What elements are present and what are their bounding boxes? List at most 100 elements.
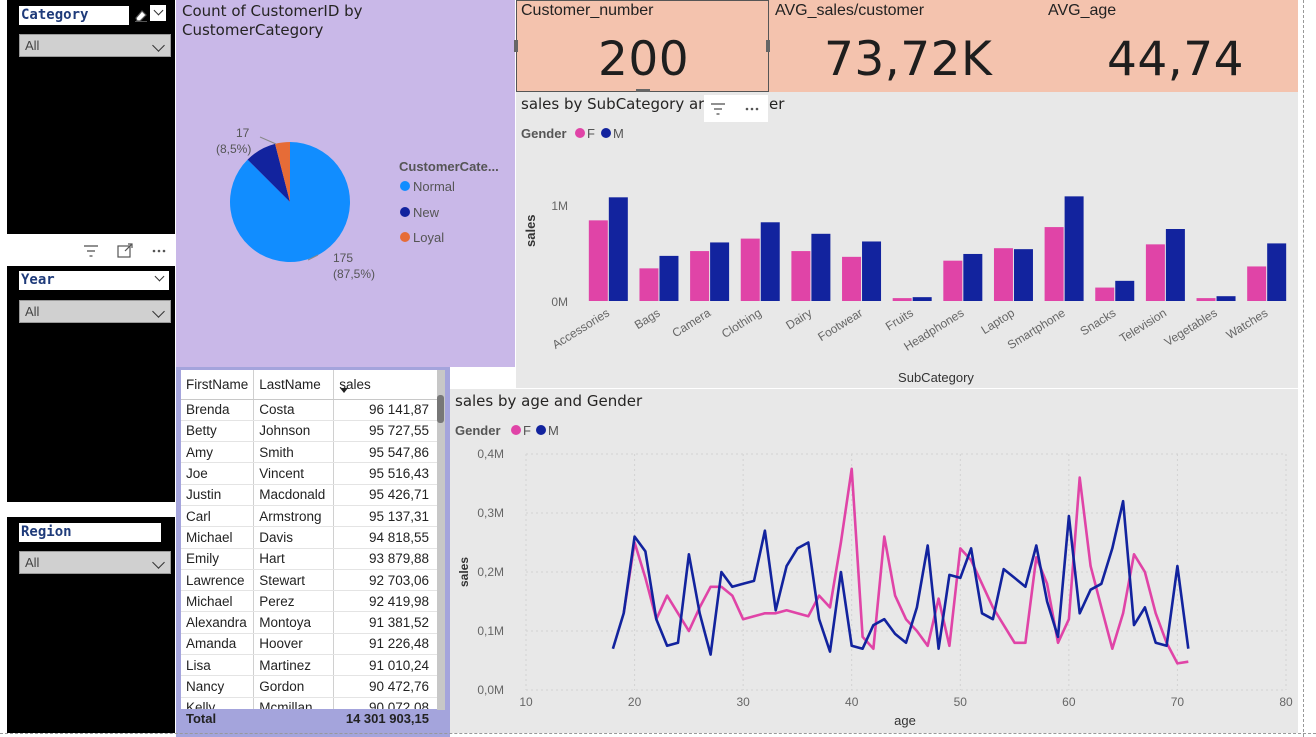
pie-chart-visual[interactable]: Count of CustomerID by CustomerCategory …	[176, 0, 515, 367]
table-row[interactable]: Lisa Martinez 91 010,24	[181, 654, 437, 677]
bar-legend-title: Gender	[521, 126, 567, 141]
bar-chart-svg: Gender F M sales 1M 0M SubCategory Acces…	[521, 126, 1287, 385]
bar-m[interactable]	[862, 241, 882, 301]
line-legend-title: Gender	[455, 423, 501, 438]
bar-m[interactable]	[710, 242, 730, 301]
bar-m[interactable]	[1165, 229, 1185, 301]
bar-m[interactable]	[760, 222, 780, 301]
table-row[interactable]: Amanda Hoover 91 226,48	[181, 633, 437, 656]
chevron-down-icon[interactable]	[150, 5, 166, 21]
table-row[interactable]: Emily Hart 93 879,88	[181, 548, 437, 570]
bar-f[interactable]	[993, 248, 1013, 301]
bar-f[interactable]	[1196, 298, 1216, 301]
table-row[interactable]: Alexandra Montoya 91 381,52	[181, 611, 437, 634]
kpi-label-avg-age: AVG_age	[1048, 2, 1117, 19]
bar-f[interactable]	[1044, 227, 1064, 301]
bar-f[interactable]	[639, 268, 659, 301]
cell-firstname: Carl	[181, 505, 255, 528]
bar-f[interactable]	[1247, 266, 1267, 301]
bar-m[interactable]	[659, 255, 679, 301]
total-label: Total	[186, 711, 217, 726]
bar-xtick-label: Accessories	[550, 306, 612, 352]
bar-f[interactable]	[943, 260, 963, 301]
table-row[interactable]: Brenda Costa 96 141,87	[181, 399, 437, 421]
line-series-f[interactable]	[622, 467, 1189, 665]
year-dropdown[interactable]: All	[19, 300, 171, 323]
legend-label-f: F	[587, 126, 595, 141]
cell-lastname: Hart	[253, 548, 335, 570]
line-xtick: 30	[736, 695, 750, 709]
more-options-icon[interactable]	[150, 243, 168, 259]
chevron-down-icon	[152, 39, 165, 52]
bar-xlabel: SubCategory	[898, 370, 974, 385]
legend-label-m: M	[548, 423, 559, 438]
legend-label-normal: Normal	[413, 179, 455, 194]
cell-lastname: Perez	[253, 590, 335, 613]
pie-label-new-pct: (8,5%)	[216, 142, 251, 156]
column-header-sales[interactable]: sales	[333, 370, 437, 400]
bar-f[interactable]	[740, 238, 760, 301]
table-row[interactable]: Amy Smith 95 547,86	[181, 441, 437, 464]
pie-legend-title: CustomerCate...	[399, 159, 499, 174]
line-ylabel: sales	[457, 557, 471, 587]
kpi-label-avg-sales: AVG_sales/customer	[775, 2, 925, 19]
cell-lastname: Costa	[253, 399, 335, 421]
table-row[interactable]: Michael Perez 92 419,98	[181, 590, 437, 613]
filter-icon[interactable]	[82, 243, 100, 259]
bar-m[interactable]	[1216, 296, 1236, 301]
column-header-firstname[interactable]: FirstName	[181, 370, 255, 400]
bar-f[interactable]	[690, 251, 710, 301]
bar-chart-visual[interactable]: sales by SubCategory ar er Gender F M sa…	[516, 92, 1298, 388]
table-row[interactable]: Carl Armstrong 95 137,31	[181, 505, 437, 528]
bar-m[interactable]	[1115, 280, 1135, 301]
cell-lastname: Martinez	[253, 654, 335, 677]
table-row[interactable]: Nancy Gordon 90 472,76	[181, 675, 437, 698]
region-slicer: Region All	[7, 517, 175, 733]
table-row[interactable]: Justin Macdonald 95 426,71	[181, 484, 437, 506]
bar-xtick-label: Television	[1117, 306, 1169, 346]
column-header-lastname[interactable]: LastName	[253, 370, 335, 400]
cell-sales: 95 547,86	[333, 441, 437, 464]
cell-lastname: Smith	[253, 441, 335, 464]
cell-firstname: Justin	[181, 484, 255, 506]
customer-table[interactable]: FirstName LastName sales Brenda Costa 96 1…	[181, 370, 437, 730]
bar-f[interactable]	[842, 256, 862, 301]
bar-m[interactable]	[1064, 196, 1084, 301]
line-xtick: 60	[1062, 695, 1076, 709]
chevron-down-icon	[152, 305, 165, 318]
line-xtick: 50	[954, 695, 968, 709]
bar-m[interactable]	[963, 253, 983, 301]
resize-handle[interactable]	[514, 40, 518, 52]
focus-mode-icon[interactable]	[116, 243, 134, 259]
dropdown-value: All	[25, 304, 40, 319]
bar-f[interactable]	[791, 251, 811, 301]
legend-label-new: New	[413, 205, 440, 220]
bar-m[interactable]	[1013, 249, 1033, 301]
table-scrollbar-thumb[interactable]	[437, 395, 444, 423]
line-ytick: 0,2M	[477, 565, 504, 579]
kpi-value-avg-sales: 73,72K	[824, 32, 993, 87]
eraser-icon[interactable]	[133, 7, 149, 23]
bar-m[interactable]	[1267, 243, 1287, 301]
region-dropdown[interactable]: All	[19, 551, 171, 574]
line-chart-visual[interactable]: sales by age and Gender Gender F M sales…	[450, 389, 1298, 733]
bar-m[interactable]	[811, 233, 831, 301]
table-row[interactable]: Joe Vincent 95 516,43	[181, 462, 437, 485]
bar-f[interactable]	[1145, 244, 1165, 301]
table-row[interactable]: Michael Davis 94 818,55	[181, 526, 437, 549]
line-series-m[interactable]	[611, 499, 1190, 656]
table-row[interactable]: Lawrence Stewart 92 703,06	[181, 569, 437, 592]
bar-xtick-label: Vegetables	[1162, 306, 1220, 349]
cell-firstname: Amy	[181, 441, 255, 464]
bar-xtick-label: Bags	[632, 306, 663, 332]
bar-m[interactable]	[912, 297, 932, 301]
table-row[interactable]: Betty Johnson 95 727,55	[181, 420, 437, 443]
bar-m[interactable]	[608, 197, 628, 301]
bar-f[interactable]	[588, 220, 608, 301]
bar-ytick: 1M	[551, 199, 568, 213]
bar-f[interactable]	[1095, 287, 1115, 301]
bar-f[interactable]	[892, 298, 912, 301]
resize-handle[interactable]	[766, 40, 770, 52]
category-dropdown[interactable]: All	[19, 34, 171, 57]
line-xtick: 10	[519, 695, 533, 709]
